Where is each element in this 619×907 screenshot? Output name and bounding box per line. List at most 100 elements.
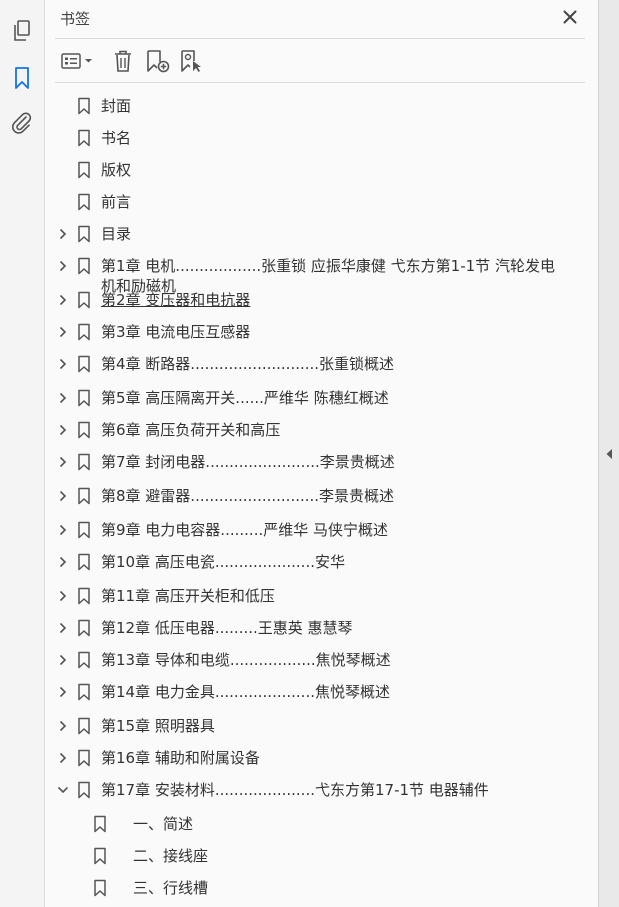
bookmark-row[interactable]: 封面 [45, 94, 575, 126]
chevron-right-icon[interactable] [57, 685, 69, 699]
bookmark-item-icon [77, 487, 91, 505]
bookmark-label[interactable]: 目录 [101, 224, 567, 244]
bookmark-item-icon [93, 815, 107, 833]
bookmark-label[interactable]: 第16章 辅助和附属设备 [101, 748, 567, 768]
bookmark-label[interactable]: 第10章 高压电瓷.....................安华 [101, 552, 567, 572]
bookmark-row[interactable]: 第6章 高压负荷开关和高压 [45, 418, 575, 450]
bookmark-item-icon [77, 421, 91, 439]
bookmark-label[interactable]: 第11章 高压开关柜和低压 [101, 586, 567, 606]
chevron-right-icon[interactable] [57, 293, 69, 307]
bookmark-item-icon [77, 257, 91, 275]
bookmark-row[interactable]: 目录 [45, 222, 575, 254]
bookmark-label[interactable]: 封面 [101, 96, 567, 116]
chevron-right-icon[interactable] [57, 227, 69, 241]
chevron-right-icon[interactable] [57, 259, 69, 273]
bookmark-label[interactable]: 一、简述 [133, 814, 567, 834]
panel-header: 书签 [45, 0, 598, 38]
chevron-right-icon[interactable] [57, 751, 69, 765]
bookmark-item-icon [77, 193, 91, 211]
bookmark-label[interactable]: 第9章 电力电容器.........严维华 马侠宁概述 [101, 520, 567, 540]
bookmark-icon[interactable] [9, 65, 35, 91]
bookmark-label[interactable]: 第3章 电流电压互感器 [101, 322, 567, 342]
chevron-right-icon[interactable] [57, 555, 69, 569]
delete-icon[interactable] [111, 48, 135, 74]
bookmark-row[interactable]: 书名 [45, 126, 575, 158]
bookmark-row[interactable]: 第5章 高压隔离开关......严维华 陈穗红概述 [45, 386, 575, 418]
bookmark-row[interactable]: 第2章 变压器和电抗器 [45, 288, 575, 320]
bookmark-item-icon [93, 847, 107, 865]
bookmarks-panel: 书签 封面 书名 版权 前言 目录 第1章 电机................… [45, 0, 598, 907]
attachment-icon[interactable] [9, 110, 35, 136]
bookmark-label[interactable]: 三、行线槽 [133, 878, 567, 898]
bookmark-label[interactable]: 书名 [101, 128, 567, 148]
bookmark-label[interactable]: 第12章 低压电器.........王惠英 惠慧琴 [101, 618, 567, 638]
bookmark-item-icon [77, 389, 91, 407]
bookmark-item-icon [77, 683, 91, 701]
bookmark-label[interactable]: 二、接线座 [133, 846, 567, 866]
bookmark-row[interactable]: 前言 [45, 190, 575, 222]
chevron-right-icon[interactable] [57, 621, 69, 635]
chevron-right-icon[interactable] [57, 325, 69, 339]
chevron-right-icon[interactable] [57, 357, 69, 371]
bookmark-item-icon [77, 521, 91, 539]
bookmark-item-icon [77, 717, 91, 735]
bookmark-item-icon [77, 225, 91, 243]
new-bookmark-icon[interactable] [145, 48, 171, 74]
collapse-panel-icon[interactable] [603, 446, 615, 462]
bookmark-item-icon [77, 587, 91, 605]
bookmark-item-icon [93, 879, 107, 897]
bookmark-row[interactable]: 第3章 电流电压互感器 [45, 320, 575, 352]
panel-title: 书签 [60, 10, 91, 28]
bookmark-label[interactable]: 版权 [101, 160, 567, 180]
bookmark-label[interactable]: 第15章 照明器具 [101, 716, 567, 736]
bookmark-properties-icon[interactable] [179, 48, 205, 74]
bookmark-label[interactable]: 第6章 高压负荷开关和高压 [101, 420, 567, 440]
chevron-right-icon[interactable] [57, 653, 69, 667]
bookmark-toolbar [45, 40, 598, 82]
bookmark-item-icon [77, 323, 91, 341]
bookmark-label[interactable]: 第2章 变压器和电抗器 [101, 290, 567, 310]
bookmark-row[interactable]: 第15章 照明器具 [45, 714, 575, 746]
chevron-right-icon[interactable] [57, 391, 69, 405]
bookmark-row[interactable]: 二、接线座 [45, 844, 575, 876]
bookmark-row[interactable]: 第12章 低压电器.........王惠英 惠慧琴 [45, 616, 575, 648]
bookmark-label[interactable]: 第7章 封闭电器........................李景贵概述 [101, 452, 567, 472]
left-nav-rail [0, 0, 45, 907]
bookmark-label[interactable]: 第13章 导体和电缆..................焦悦琴概述 [101, 650, 567, 670]
chevron-right-icon[interactable] [57, 719, 69, 733]
bookmark-label[interactable]: 第8章 避雷器...........................李景贵概述 [101, 486, 567, 506]
bookmark-label[interactable]: 第5章 高压隔离开关......严维华 陈穗红概述 [101, 388, 567, 408]
chevron-down-icon[interactable] [57, 783, 69, 797]
chevron-right-icon[interactable] [57, 423, 69, 437]
chevron-right-icon[interactable] [57, 455, 69, 469]
pages-icon[interactable] [9, 18, 35, 44]
chevron-right-icon[interactable] [57, 523, 69, 537]
close-icon[interactable] [559, 6, 581, 28]
bookmark-item-icon [77, 749, 91, 767]
bookmark-label[interactable]: 第4章 断路器...........................张重锁概述 [101, 354, 567, 374]
bookmark-row[interactable]: 版权 [45, 158, 575, 190]
bookmark-item-icon [77, 129, 91, 147]
bookmark-row[interactable]: 第11章 高压开关柜和低压 [45, 584, 575, 616]
header-divider [55, 38, 585, 39]
options-menu-icon[interactable] [59, 48, 97, 74]
toolbar-divider [55, 82, 585, 83]
bookmark-row[interactable]: 三、行线槽 [45, 876, 575, 907]
bookmark-item-icon [77, 781, 91, 799]
bookmark-item-icon [77, 619, 91, 637]
right-collapse-rail [598, 0, 619, 907]
bookmark-tree: 封面 书名 版权 前言 目录 第1章 电机..................张重锁 应振… [45, 90, 575, 907]
bookmark-label[interactable]: 第14章 电力金具.....................焦悦琴概述 [101, 682, 567, 702]
bookmark-item-icon [77, 453, 91, 471]
bookmark-item-icon [77, 355, 91, 373]
bookmark-row[interactable]: 第9章 电力电容器.........严维华 马侠宁概述 [45, 518, 575, 550]
bookmark-label[interactable]: 第17章 安装材料.....................弋东方第17-1节 … [101, 780, 567, 800]
bookmark-row[interactable]: 第13章 导体和电缆..................焦悦琴概述 [45, 648, 575, 680]
chevron-right-icon[interactable] [57, 489, 69, 503]
chevron-right-icon[interactable] [57, 589, 69, 603]
bookmark-item-icon [77, 553, 91, 571]
bookmark-row[interactable]: 第16章 辅助和附属设备 [45, 746, 575, 778]
bookmark-row[interactable]: 一、简述 [45, 812, 575, 844]
bookmark-label[interactable]: 前言 [101, 192, 567, 212]
bookmark-item-icon [77, 161, 91, 179]
